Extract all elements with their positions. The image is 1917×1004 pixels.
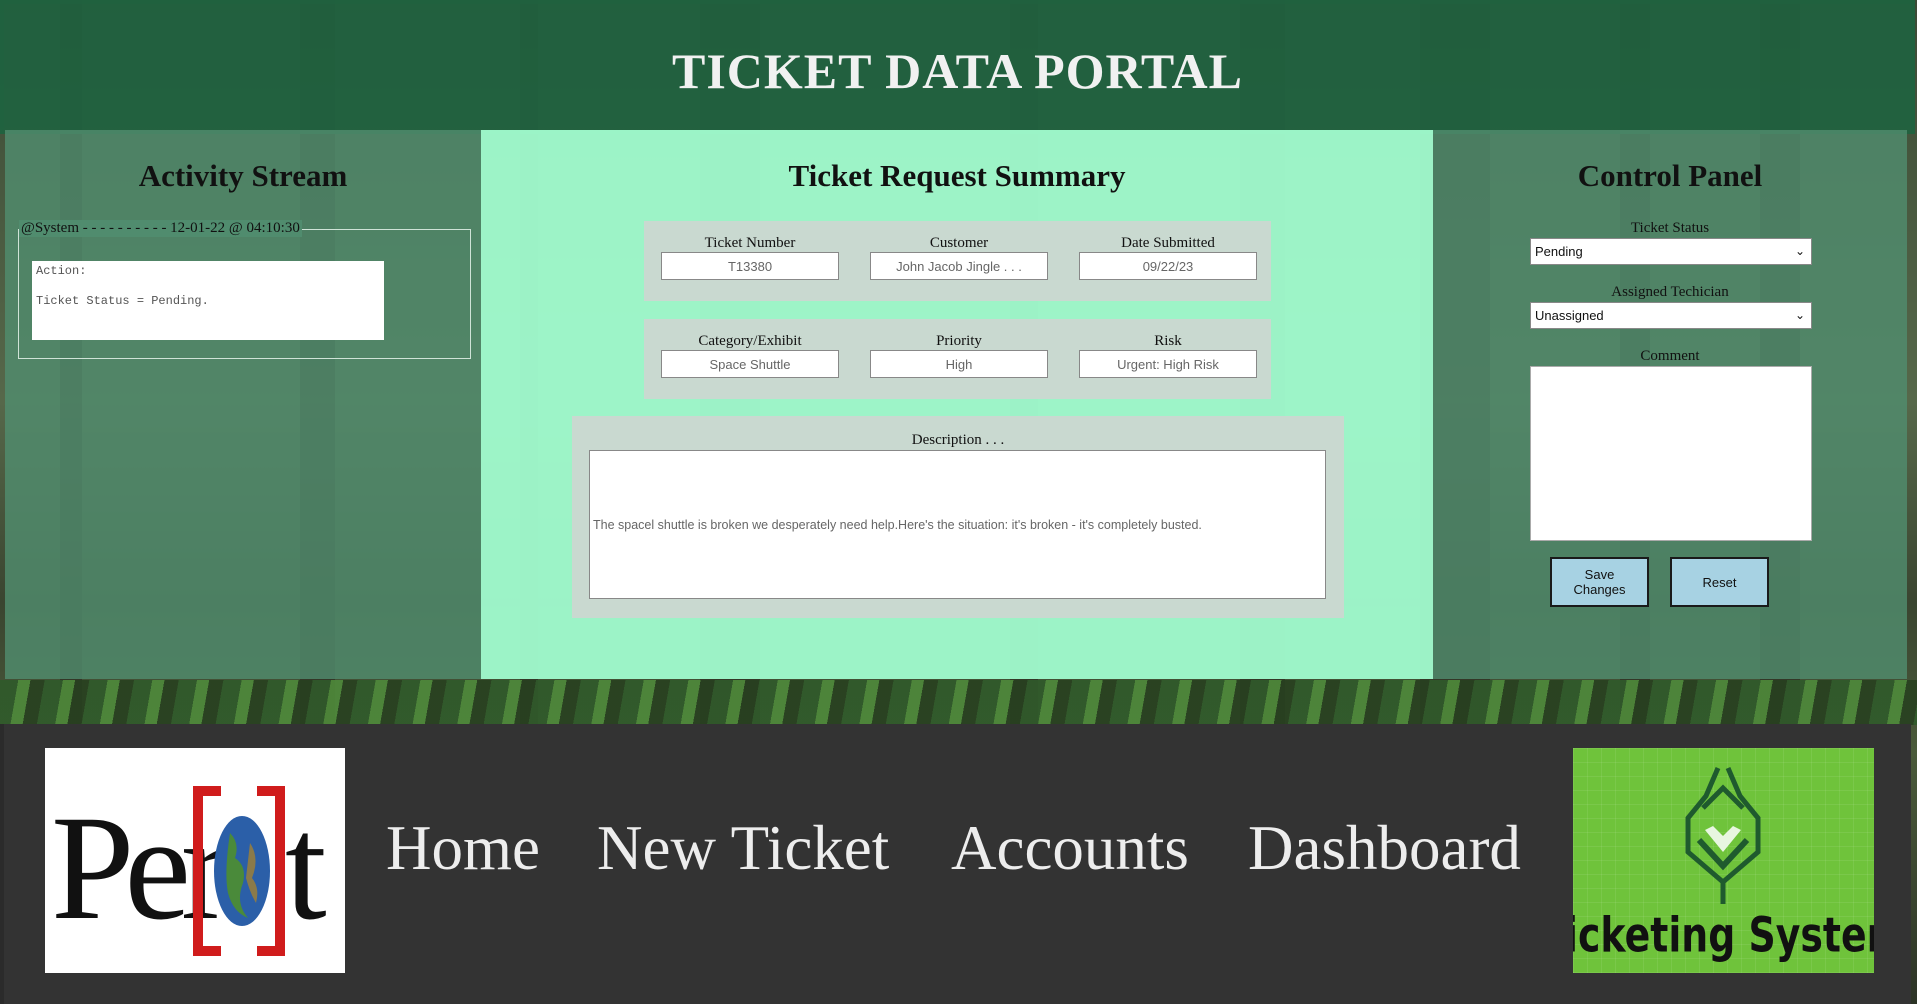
- reset-label: Reset: [1702, 574, 1737, 590]
- ticket-summary-title: Ticket Request Summary: [788, 158, 1126, 193]
- date-submitted-label: Date Submitted: [1121, 235, 1215, 251]
- activity-stream-panel: Activity Stream @System - - - - - - - - …: [5, 130, 481, 679]
- chevron-down-icon: ⌄: [1794, 308, 1805, 322]
- customer-label: Customer: [929, 235, 989, 251]
- priority-field: Priority High: [870, 333, 1048, 378]
- nav-home[interactable]: Home: [386, 812, 540, 885]
- ticket-status-label: Ticket Status: [1630, 220, 1710, 236]
- save-changes-button[interactable]: Save Changes: [1550, 557, 1649, 607]
- assigned-technician-value: Unassigned: [1535, 308, 1604, 323]
- chevron-down-icon: ⌄: [1794, 244, 1805, 258]
- priority-label: Priority: [936, 333, 982, 349]
- ticket-summary-panel: Ticket Request Summary Ticket Number T13…: [481, 130, 1433, 679]
- activity-action-label: Action:: [36, 264, 87, 278]
- category-value: Space Shuttle: [661, 350, 839, 378]
- assigned-technician-label: Assigned Techician: [1611, 284, 1729, 300]
- svg-text:t: t: [285, 785, 327, 951]
- description-textarea[interactable]: The spacel shuttle is broken we desperat…: [589, 450, 1326, 599]
- svg-text:Per: Per: [51, 785, 230, 951]
- save-changes-label: Save Changes: [1573, 567, 1626, 597]
- ticket-number-value: T13380: [661, 252, 839, 280]
- page-title: TICKET DATA PORTAL: [672, 43, 1243, 99]
- ticket-info-group: Ticket Number T13380 Customer John Jacob…: [644, 221, 1271, 301]
- assigned-technician-select[interactable]: Unassigned ⌄: [1530, 302, 1812, 329]
- activity-action-text: Ticket Status = Pending.: [36, 294, 209, 308]
- risk-label: Risk: [1154, 333, 1182, 349]
- svg-text:Ticketing System: Ticketing System: [1573, 908, 1874, 964]
- comment-textarea[interactable]: [1530, 366, 1812, 541]
- activity-stream-title: Activity Stream: [138, 158, 348, 193]
- category-field: Category/Exhibit Space Shuttle: [661, 333, 839, 378]
- control-panel: Control Panel Ticket Status Pending ⌄ As…: [1433, 130, 1907, 679]
- activity-entry-header: @System - - - - - - - - - - 12-01-22 @ 0…: [19, 220, 302, 237]
- date-submitted-value: 09/22/23: [1079, 252, 1257, 280]
- perot-logo[interactable]: Per t: [45, 748, 345, 973]
- ticket-status-select[interactable]: Pending ⌄: [1530, 238, 1812, 265]
- customer-field: Customer John Jacob Jingle . . .: [870, 235, 1048, 280]
- nav-new-ticket[interactable]: New Ticket: [597, 812, 889, 885]
- category-label: Category/Exhibit: [698, 333, 802, 349]
- control-panel-title: Control Panel: [1577, 158, 1763, 193]
- ticket-status-value: Pending: [1535, 244, 1583, 259]
- ticket-category-group: Category/Exhibit Space Shuttle Priority …: [644, 319, 1271, 399]
- description-label: Description . . .: [911, 432, 1005, 448]
- priority-value: High: [870, 350, 1048, 378]
- nav-dashboard[interactable]: Dashboard: [1248, 812, 1521, 885]
- activity-entry-card: Action: Ticket Status = Pending.: [32, 261, 384, 340]
- risk-field: Risk Urgent: High Risk: [1079, 333, 1257, 378]
- ticket-number-label: Ticket Number: [704, 235, 796, 251]
- date-submitted-field: Date Submitted 09/22/23: [1079, 235, 1257, 280]
- ticketing-system-logo[interactable]: Ticketing System: [1539, 748, 1906, 973]
- comment-label: Comment: [1640, 348, 1700, 364]
- risk-value: Urgent: High Risk: [1079, 350, 1257, 378]
- nav-accounts[interactable]: Accounts: [951, 812, 1189, 885]
- customer-value: John Jacob Jingle . . .: [870, 252, 1048, 280]
- reset-button[interactable]: Reset: [1670, 557, 1769, 607]
- description-group: Description . . . The spacel shuttle is …: [572, 416, 1344, 618]
- page-header: TICKET DATA PORTAL: [0, 0, 1915, 134]
- ticket-number-field: Ticket Number T13380: [661, 235, 839, 280]
